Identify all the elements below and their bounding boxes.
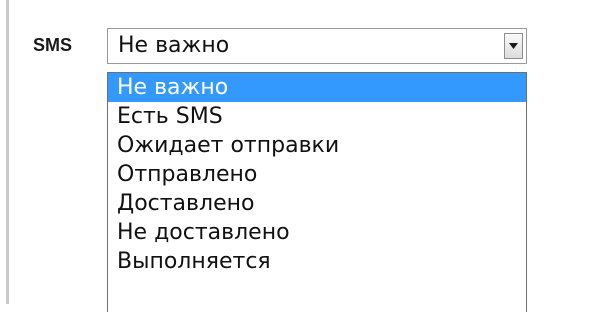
sms-status-select[interactable]: Не важно [107,28,527,64]
left-divider [6,0,9,304]
chevron-down-icon [509,43,518,49]
select-current-value: Не важно [118,33,230,58]
sms-status-dropdown-list: Не важно Есть SMS Ожидает отправки Отпра… [107,72,527,312]
dropdown-arrow-button[interactable] [504,33,523,59]
dropdown-option-in-progress[interactable]: Выполняется [108,247,526,276]
dropdown-option-delivered[interactable]: Доставлено [108,189,526,218]
dropdown-option-not-delivered[interactable]: Не доставлено [108,218,526,247]
sms-field-label: SMS [33,35,73,55]
dropdown-option-not-important[interactable]: Не важно [108,73,526,102]
dropdown-option-awaiting-send[interactable]: Ожидает отправки [108,131,526,160]
dropdown-option-has-sms[interactable]: Есть SMS [108,102,526,131]
dropdown-option-sent[interactable]: Отправлено [108,160,526,189]
